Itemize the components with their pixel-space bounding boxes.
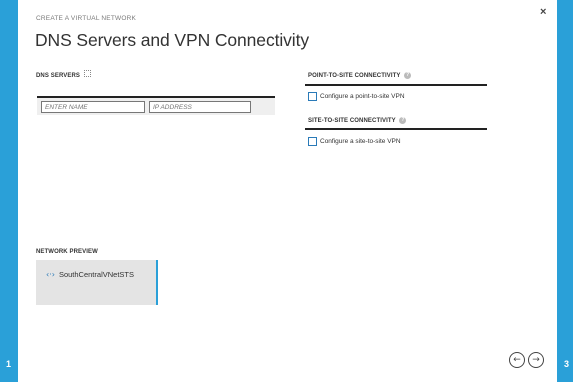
site-to-site-label: SITE-TO-SITE CONNECTIVITY ? (308, 117, 407, 124)
network-preview-tile: ‹·› SouthCentralVNetSTS (36, 260, 158, 305)
total-step-number: 3 (563, 359, 569, 369)
section-divider (305, 84, 487, 86)
wizard-left-rail: 1 (0, 0, 18, 382)
dns-servers-table (37, 96, 275, 115)
help-icon[interactable]: ? (404, 72, 412, 79)
point-to-site-checkbox-label[interactable]: Configure a point-to-site VPN (320, 93, 405, 100)
site-to-site-label-text: SITE-TO-SITE CONNECTIVITY (308, 118, 396, 124)
point-to-site-label: POINT-TO-SITE CONNECTIVITY ? (308, 72, 412, 79)
site-to-site-checkbox[interactable] (308, 137, 317, 146)
site-to-site-checkbox-label[interactable]: Configure a site-to-site VPN (320, 138, 401, 145)
dns-servers-label: DNS SERVERS (36, 70, 91, 79)
help-icon[interactable]: ? (399, 117, 407, 124)
network-preview-label: NETWORK PREVIEW (36, 249, 98, 255)
wizard-right-rail: 3 (557, 0, 573, 382)
dns-info-icon[interactable] (83, 70, 91, 77)
point-to-site-option[interactable]: Configure a point-to-site VPN (308, 92, 405, 101)
dns-ip-address-input[interactable] (149, 101, 251, 113)
dns-name-input[interactable] (41, 101, 145, 113)
dns-servers-label-text: DNS SERVERS (36, 73, 81, 79)
page-title: DNS Servers and VPN Connectivity (35, 30, 309, 50)
section-divider (305, 128, 487, 130)
next-arrow-icon[interactable]: → (528, 352, 544, 368)
network-name: SouthCentralVNetSTS (58, 270, 134, 279)
current-step-number: 1 (6, 359, 12, 369)
close-icon[interactable]: × (540, 6, 546, 18)
point-to-site-checkbox[interactable] (308, 92, 317, 101)
virtual-network-icon: ‹·› (46, 270, 55, 279)
point-to-site-label-text: POINT-TO-SITE CONNECTIVITY (308, 73, 401, 79)
wizard-eyebrow: CREATE A VIRTUAL NETWORK (36, 15, 137, 22)
back-arrow-icon[interactable]: ← (509, 352, 525, 368)
site-to-site-option[interactable]: Configure a site-to-site VPN (308, 137, 401, 146)
